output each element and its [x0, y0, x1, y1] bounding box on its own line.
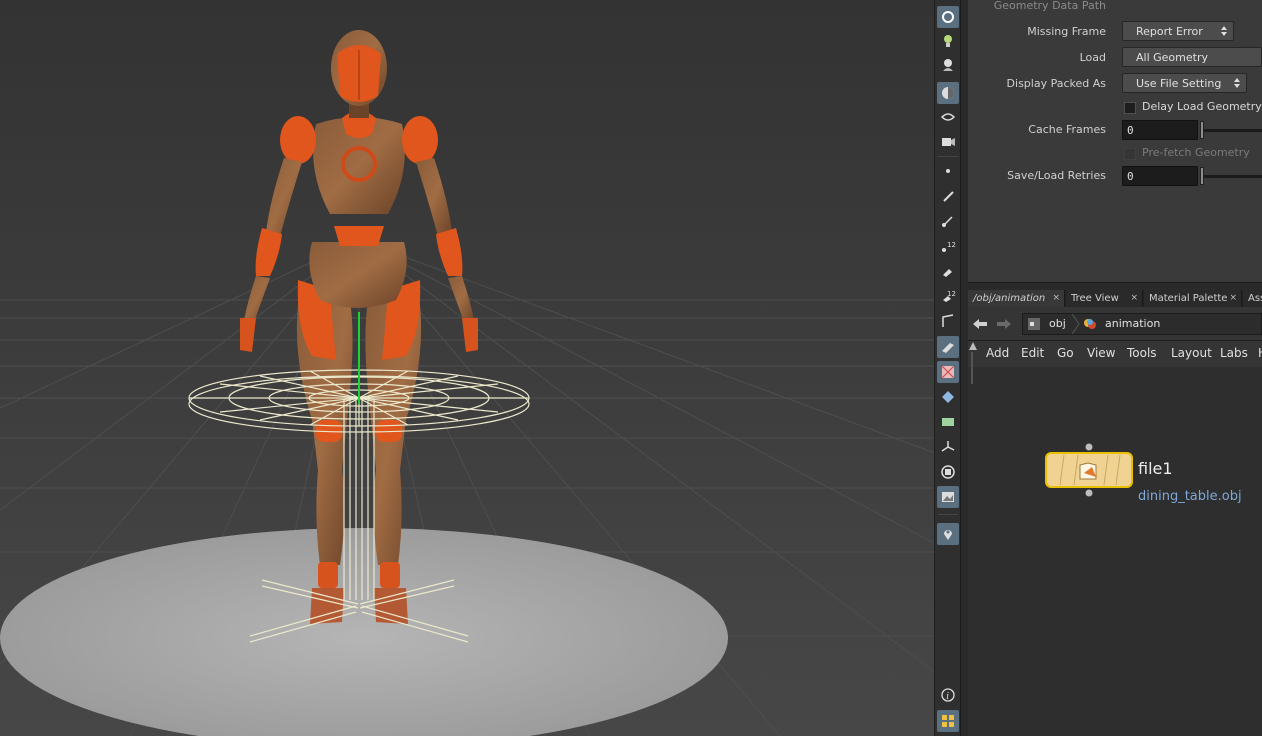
cache-frames-slider[interactable] — [1200, 120, 1262, 140]
menu-layout[interactable]: Layout — [1171, 346, 1212, 360]
missing-frame-label: Missing Frame — [1027, 25, 1106, 38]
cache-frames-field[interactable]: 0 — [1122, 120, 1198, 140]
delay-load-checkbox[interactable] — [1124, 102, 1136, 114]
select-icon[interactable] — [937, 6, 959, 28]
geo-context-icon — [1084, 319, 1096, 329]
close-icon[interactable]: × — [1229, 293, 1237, 303]
dropdown-arrows-icon — [1221, 26, 1227, 36]
load-label: Load — [1079, 51, 1106, 64]
ghost-icon[interactable] — [937, 54, 959, 76]
scroll-handle[interactable] — [968, 340, 978, 386]
horizontal-splitter[interactable] — [968, 282, 1262, 290]
pencil-icon[interactable] — [937, 210, 959, 232]
brush-icon[interactable] — [937, 185, 959, 207]
menu-help[interactable]: H — [1258, 346, 1262, 360]
camera-icon[interactable] — [937, 130, 959, 152]
cache-frames-label: Cache Frames — [1028, 123, 1106, 136]
map-icon[interactable] — [937, 411, 959, 433]
shading-icon[interactable] — [937, 82, 959, 104]
menu-go[interactable]: Go — [1057, 346, 1074, 360]
breadcrumb: obj animation — [1022, 313, 1262, 335]
prefetch-label: Pre-fetch Geometry — [1142, 146, 1250, 159]
prefetch-checkbox[interactable] — [1124, 148, 1136, 160]
tab-label: /obj/animation — [973, 293, 1046, 304]
menu-view[interactable]: View — [1087, 346, 1115, 360]
network-menubar: Add Edit Go View Tools Layout Labs H — [968, 341, 1262, 367]
load-value: All Geometry — [1136, 51, 1208, 64]
close-icon[interactable]: × — [1052, 293, 1060, 303]
save-load-retries-label: Save/Load Retries — [1007, 169, 1106, 182]
breadcrumb-obj[interactable]: obj — [1049, 317, 1066, 330]
3d-viewport[interactable] — [0, 0, 934, 736]
display-packed-as-value: Use File Setting — [1136, 77, 1222, 90]
network-editor-canvas[interactable]: file1 dining_table.obj — [968, 342, 1262, 736]
display-packed-as-menu[interactable]: Use File Setting — [1122, 73, 1247, 93]
paint-icon[interactable] — [937, 260, 959, 282]
load-menu[interactable]: All Geometry — [1122, 47, 1262, 67]
tab-obj-animation[interactable]: /obj/animation × — [968, 290, 1065, 307]
tab-tree-view[interactable]: Tree View × — [1066, 290, 1143, 307]
geometry-data-path-label: Geometry Data Path — [993, 0, 1106, 12]
scene-render[interactable] — [0, 0, 934, 736]
chevron-right-icon — [1071, 314, 1080, 334]
missing-frame-menu[interactable]: Report Error — [1122, 21, 1234, 41]
number-alt-icon[interactable]: 12 — [937, 285, 959, 307]
dropdown-arrows-icon — [1234, 78, 1240, 88]
diamond-icon[interactable] — [937, 386, 959, 408]
parameter-pane: Geometry Data Path Missing Frame Report … — [968, 0, 1262, 282]
circle-icon[interactable] — [937, 461, 959, 483]
tab-label: Tree View — [1071, 293, 1119, 304]
axis-icon[interactable] — [937, 436, 959, 458]
point-icon[interactable] — [937, 160, 959, 182]
info-icon[interactable]: i — [937, 684, 959, 706]
number-icon[interactable]: 12 — [937, 235, 959, 257]
viewport-toolbar: 12 12 i — [934, 0, 960, 736]
obj-context-icon — [1028, 318, 1040, 330]
grid-icon[interactable] — [937, 710, 959, 732]
missing-frame-value: Report Error — [1136, 25, 1203, 38]
menu-add[interactable]: Add — [986, 346, 1009, 360]
delay-load-label: Delay Load Geometry — [1142, 100, 1262, 113]
tab-asset[interactable]: Ass — [1243, 290, 1262, 307]
snap-icon[interactable] — [937, 336, 959, 358]
network-pane: /obj/animation × Tree View × Material Pa… — [968, 290, 1262, 736]
menu-edit[interactable]: Edit — [1021, 346, 1044, 360]
pane-tabs: /obj/animation × Tree View × Material Pa… — [968, 290, 1262, 307]
svg-text:i: i — [946, 692, 949, 702]
background-icon[interactable] — [937, 486, 959, 508]
save-load-retries-slider[interactable] — [1200, 166, 1262, 186]
tab-label: Material Palette — [1149, 293, 1228, 304]
close-icon[interactable]: × — [1130, 293, 1138, 303]
corner-icon[interactable] — [937, 310, 959, 332]
visibility-icon[interactable] — [937, 106, 959, 128]
texture-icon[interactable] — [937, 361, 959, 383]
tab-label: Ass — [1248, 293, 1262, 304]
menu-tools[interactable]: Tools — [1127, 346, 1157, 360]
path-bar: obj animation — [968, 307, 1262, 341]
vertical-splitter[interactable] — [960, 0, 968, 736]
back-arrow-icon[interactable] — [972, 317, 988, 331]
display-packed-as-label: Display Packed As — [1006, 77, 1106, 90]
save-load-retries-field[interactable]: 0 — [1122, 166, 1198, 186]
node-file-path[interactable]: dining_table.obj — [1138, 489, 1242, 504]
forward-arrow-icon[interactable] — [996, 317, 1012, 331]
tab-material-palette[interactable]: Material Palette × — [1144, 290, 1242, 307]
light-icon[interactable] — [937, 30, 959, 52]
node-name[interactable]: file1 — [1138, 459, 1173, 478]
pin-icon[interactable] — [937, 523, 959, 545]
svg-text:12: 12 — [947, 290, 956, 298]
svg-text:12: 12 — [947, 241, 956, 249]
menu-labs[interactable]: Labs — [1220, 346, 1248, 360]
breadcrumb-animation[interactable]: animation — [1105, 317, 1160, 330]
file-node[interactable] — [1044, 443, 1134, 497]
